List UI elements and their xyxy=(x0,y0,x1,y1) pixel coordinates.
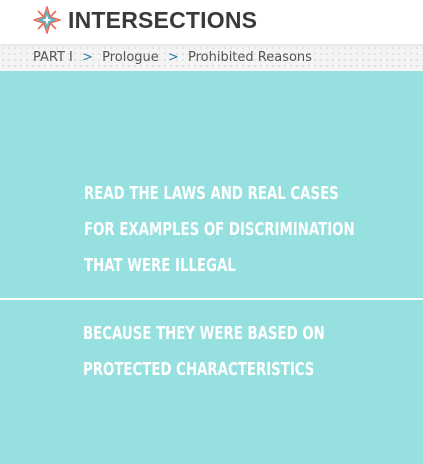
intro-heading-line: READ THE LAWS AND REAL CASES xyxy=(84,183,339,204)
protected-characteristics-heading: BECAUSE THEY WERE BASED ON PROTECTED CHA… xyxy=(83,316,325,388)
breadcrumb-bar: PART I > Prologue > Prohibited Reasons xyxy=(0,45,423,71)
protected-heading-line: PROTECTED CHARACTERISTICS xyxy=(83,359,315,380)
breadcrumb-separator: > xyxy=(167,50,179,65)
content-panel: READ THE LAWS AND REAL CASES FOR EXAMPLE… xyxy=(0,71,423,464)
breadcrumb-prologue[interactable]: Prologue xyxy=(102,50,159,65)
breadcrumb-separator: > xyxy=(82,50,93,65)
site-title[interactable]: INTERSECTIONS xyxy=(68,6,257,34)
page: INTERSECTIONS PART I > Prologue > Prohib… xyxy=(0,0,423,464)
intro-heading: READ THE LAWS AND REAL CASES FOR EXAMPLE… xyxy=(84,176,355,284)
breadcrumb-prohibited-reasons[interactable]: Prohibited Reasons xyxy=(188,50,312,65)
intro-heading-line: THAT WERE ILLEGAL xyxy=(84,255,236,276)
compass-star-icon[interactable] xyxy=(33,6,61,34)
breadcrumb-part-i[interactable]: PART I xyxy=(33,50,73,65)
protected-heading-line: BECAUSE THEY WERE BASED ON xyxy=(83,323,325,344)
site-header: INTERSECTIONS xyxy=(0,0,423,45)
breadcrumb: PART I > Prologue > Prohibited Reasons xyxy=(33,50,312,66)
section-divider xyxy=(0,298,423,300)
intro-heading-line: FOR EXAMPLES OF DISCRIMINATION xyxy=(84,219,355,240)
